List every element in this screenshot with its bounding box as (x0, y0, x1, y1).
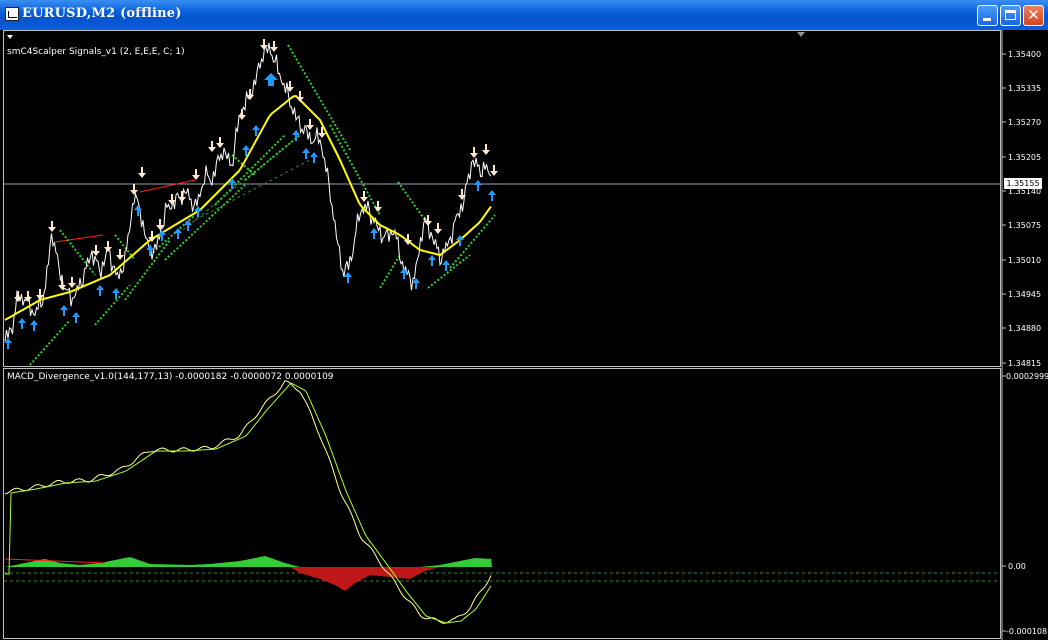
channel-band-segment (29, 319, 71, 366)
buy-arrow-icon (442, 260, 450, 271)
strong-buy-arrow-icon (264, 73, 278, 86)
buy-arrow-icon (428, 255, 436, 266)
buy-arrow-icon (474, 180, 482, 191)
sell-arrow-icon (306, 119, 314, 130)
sub-chart-frame (3, 368, 1001, 639)
sell-arrow-icon (490, 165, 498, 176)
macd-scale: 0.0002999 0.00 -0.000108 (1002, 372, 1048, 636)
price-tick: 1.34945 (1008, 290, 1041, 299)
sell-arrow-icon (424, 215, 432, 226)
macd-main-line (4, 380, 492, 624)
buy-arrow-icon (302, 148, 310, 159)
buy-arrow-icon (30, 320, 38, 331)
moving-average-line (4, 94, 492, 321)
price-scale: 1.35400 1.35335 1.35270 1.35205 1.35140 … (1002, 50, 1041, 368)
chart-area[interactable]: 1.35400 1.35335 1.35270 1.35205 1.35140 … (0, 30, 1048, 640)
macd-tick: 0.00 (1008, 562, 1026, 571)
buy-arrow-icon (488, 190, 496, 201)
channel-band-segment (164, 184, 246, 261)
sub-indicator-label: MACD_Divergence_v1.0(144,177,13) -0.0000… (7, 372, 334, 382)
close-button[interactable]: ✕ (1023, 5, 1044, 26)
buy-arrow-icon (184, 220, 192, 231)
price-tick: 1.35335 (1008, 84, 1041, 93)
sell-arrow-icon (208, 141, 216, 152)
signal-arrows (4, 39, 498, 349)
buy-arrow-icon (96, 285, 104, 296)
collapse-arrow-icon[interactable] (7, 35, 13, 39)
sell-arrow-icon (68, 277, 76, 288)
price-tick: 1.34815 (1008, 359, 1041, 368)
price-tick: 1.34880 (1008, 324, 1041, 333)
channel-band-segment (329, 124, 381, 216)
sell-arrow-icon (48, 221, 56, 232)
main-chart-frame (3, 30, 1001, 367)
price-tick: 1.35205 (1008, 153, 1041, 162)
sell-arrow-icon (92, 245, 100, 256)
buy-arrow-icon (72, 312, 80, 323)
title-bar[interactable]: EURUSD,M2 (offline) ✕ (0, 0, 1048, 30)
close-icon: ✕ (1027, 6, 1040, 24)
buy-arrow-icon (18, 318, 26, 329)
sell-arrow-icon (104, 241, 112, 252)
sell-arrow-icon (482, 144, 490, 155)
sell-arrow-icon (192, 169, 200, 180)
maximize-icon (1005, 10, 1016, 20)
channel-band-segment (379, 254, 401, 289)
minimize-icon (983, 18, 991, 21)
price-tick: 1.35010 (1008, 256, 1041, 265)
price-tick: 1.35400 (1008, 50, 1041, 59)
sell-arrow-icon (116, 249, 124, 260)
price-tick: 1.35270 (1008, 118, 1041, 127)
current-price-tag: 1.35155 (1004, 178, 1042, 189)
main-divergence-lines (54, 134, 311, 243)
buy-arrow-icon (370, 228, 378, 239)
buy-arrow-icon (310, 152, 318, 163)
sell-arrow-icon (130, 184, 138, 195)
macd-tick: 0.0002999 (1006, 372, 1048, 381)
sell-arrow-icon (138, 167, 146, 178)
macd-histogram-negative (290, 567, 440, 591)
macd-tick: -0.000108 (1006, 627, 1047, 636)
maximize-button[interactable] (1000, 5, 1021, 26)
buy-arrow-icon (60, 305, 68, 316)
minimize-button[interactable] (977, 5, 998, 26)
sell-arrow-icon (216, 137, 224, 148)
channel-band-segment (397, 181, 426, 221)
channel-band-segment (214, 134, 286, 206)
chart-shift-marker-icon[interactable] (797, 32, 805, 37)
channel-bands (29, 44, 496, 366)
sell-arrow-icon (470, 147, 478, 158)
buy-arrow-icon (344, 272, 352, 283)
sell-arrow-icon (270, 41, 278, 52)
chart-canvas[interactable]: 1.35400 1.35335 1.35270 1.35205 1.35140 … (0, 30, 1048, 640)
price-tick: 1.35075 (1008, 221, 1041, 230)
macd-signal-line (5, 382, 492, 624)
sell-arrow-icon (434, 223, 442, 234)
main-indicator-label: smC4Scalper Signals_v1 (2, E,E,E, C; 1) (7, 47, 185, 57)
chart-window-icon (5, 7, 19, 21)
window-title: EURUSD,M2 (offline) (22, 6, 182, 21)
